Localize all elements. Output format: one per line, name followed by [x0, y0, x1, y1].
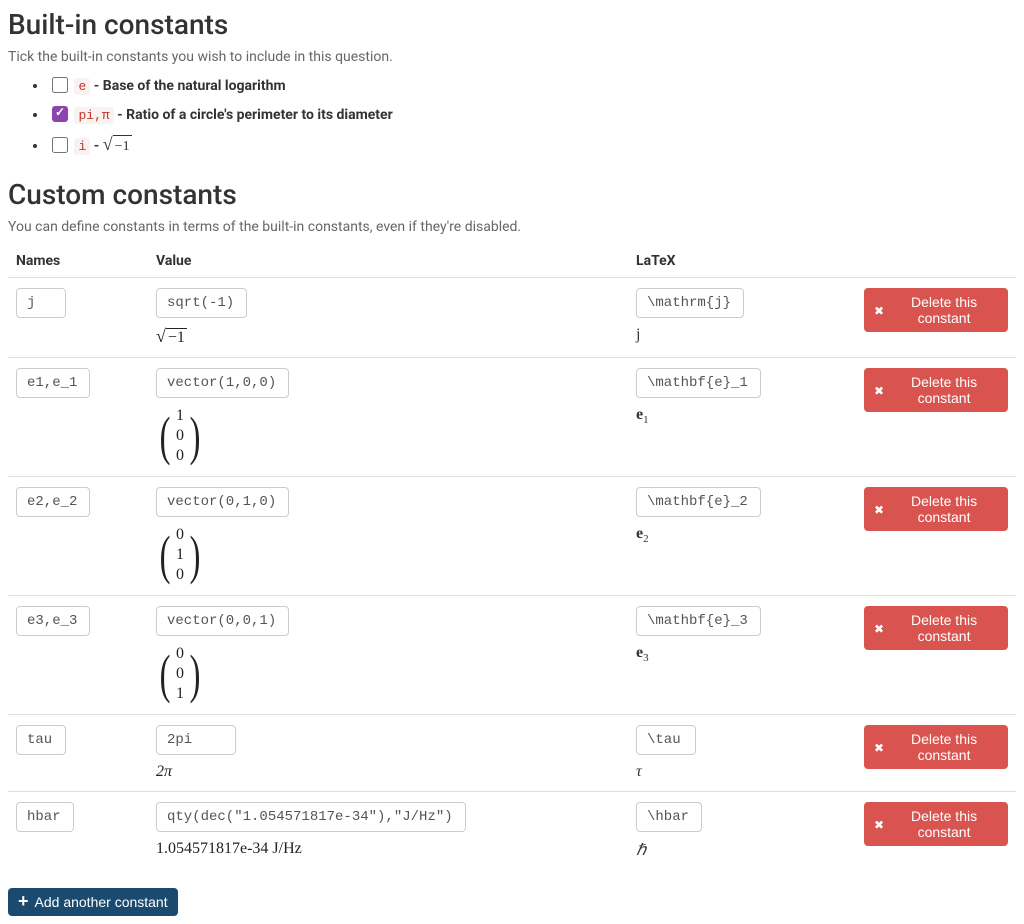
sqrt-neg1: √−1 — [103, 133, 132, 158]
builtin-checkbox[interactable] — [52, 77, 68, 93]
delete-constant-button[interactable]: Delete this constant — [864, 802, 1008, 846]
names-input[interactable] — [16, 725, 66, 755]
delete-constant-label: Delete this constant — [890, 493, 998, 525]
latex-rendered: ℏ — [636, 840, 848, 860]
value-rendered: (100) — [156, 406, 620, 466]
custom-heading: Custom constants — [8, 178, 1016, 211]
delete-constant-button[interactable]: Delete this constant — [864, 288, 1008, 332]
close-icon — [874, 382, 884, 398]
latex-input[interactable] — [636, 725, 696, 755]
add-constant-button[interactable]: Add another constant — [8, 888, 178, 916]
names-input[interactable] — [16, 487, 90, 517]
table-row: 2π τ Delete this constant — [8, 715, 1016, 792]
names-input[interactable] — [16, 288, 66, 318]
builtin-hint: Tick the built-in constants you wish to … — [8, 49, 1016, 65]
latex-input[interactable] — [636, 288, 744, 318]
builtin-desc: - — [90, 138, 102, 154]
value-rendered: √−1 — [156, 326, 620, 347]
builtin-item: i - √−1 — [48, 133, 1016, 158]
value-input[interactable] — [156, 802, 466, 832]
latex-rendered: j — [636, 326, 848, 344]
value-input[interactable] — [156, 288, 247, 318]
delete-constant-label: Delete this constant — [890, 808, 998, 840]
builtin-item: pi,π - Ratio of a circle's perimeter to … — [48, 104, 1016, 127]
latex-input[interactable] — [636, 487, 761, 517]
custom-constants-table: Names Value LaTeX √−1 j Delete this consta… — [8, 245, 1016, 870]
value-rendered: (010) — [156, 525, 620, 585]
value-input[interactable] — [156, 487, 289, 517]
names-input[interactable] — [16, 802, 74, 832]
delete-constant-button[interactable]: Delete this constant — [864, 606, 1008, 650]
delete-constant-button[interactable]: Delete this constant — [864, 368, 1008, 412]
latex-rendered: τ — [636, 763, 848, 781]
names-input[interactable] — [16, 368, 90, 398]
vector-render: (100) — [156, 406, 204, 466]
builtin-item: e - Base of the natural logarithm — [48, 75, 1016, 98]
value-rendered: (001) — [156, 644, 620, 704]
table-row: √−1 j Delete this constant — [8, 278, 1016, 358]
col-header-names: Names — [8, 245, 148, 278]
close-icon — [874, 302, 884, 318]
builtin-code-chip: pi,π — [74, 107, 113, 124]
close-icon — [874, 501, 884, 517]
close-icon — [874, 739, 884, 755]
delete-constant-label: Delete this constant — [890, 612, 998, 644]
close-icon — [874, 816, 884, 832]
value-rendered: 1.054571817e-34 J/Hz — [156, 840, 620, 858]
col-header-latex: LaTeX — [628, 245, 856, 278]
table-row: (100) e1 Delete this constant — [8, 358, 1016, 477]
latex-input[interactable] — [636, 802, 702, 832]
col-header-value: Value — [148, 245, 628, 278]
value-input[interactable] — [156, 725, 236, 755]
names-input[interactable] — [16, 606, 90, 636]
close-icon — [874, 620, 884, 636]
delete-constant-label: Delete this constant — [890, 374, 998, 406]
vector-render: (001) — [156, 644, 204, 704]
delete-constant-label: Delete this constant — [890, 294, 998, 326]
value-input[interactable] — [156, 368, 289, 398]
custom-constants-tbody: √−1 j Delete this constant (100) e1 Delete th… — [8, 278, 1016, 871]
table-row: 1.054571817e-34 J/Hz ℏ Delete this constan… — [8, 792, 1016, 871]
table-row: (001) e3 Delete this constant — [8, 596, 1016, 715]
table-row: (010) e2 Delete this constant — [8, 477, 1016, 596]
value-input[interactable] — [156, 606, 289, 636]
delete-constant-button[interactable]: Delete this constant — [864, 725, 1008, 769]
builtin-desc: - Ratio of a circle's perimeter to its d… — [114, 107, 393, 123]
custom-hint: You can define constants in terms of the… — [8, 219, 1016, 235]
value-rendered: 2π — [156, 763, 620, 781]
delete-constant-button[interactable]: Delete this constant — [864, 487, 1008, 531]
builtin-heading: Built-in constants — [8, 8, 1016, 41]
builtin-checkbox[interactable] — [52, 106, 68, 122]
builtin-code-chip: e — [74, 78, 90, 95]
plus-icon — [18, 894, 29, 910]
vector-render: (010) — [156, 525, 204, 585]
latex-rendered: e3 — [636, 644, 848, 664]
builtin-checkbox[interactable] — [52, 137, 68, 153]
add-constant-label: Add another constant — [35, 894, 168, 910]
latex-input[interactable] — [636, 368, 761, 398]
builtin-list: e - Base of the natural logarithm pi,π -… — [8, 75, 1016, 158]
latex-rendered: e1 — [636, 406, 848, 426]
latex-input[interactable] — [636, 606, 761, 636]
builtin-code-chip: i — [74, 138, 90, 155]
delete-constant-label: Delete this constant — [890, 731, 998, 763]
builtin-desc: - Base of the natural logarithm — [90, 78, 285, 94]
latex-rendered: e2 — [636, 525, 848, 545]
